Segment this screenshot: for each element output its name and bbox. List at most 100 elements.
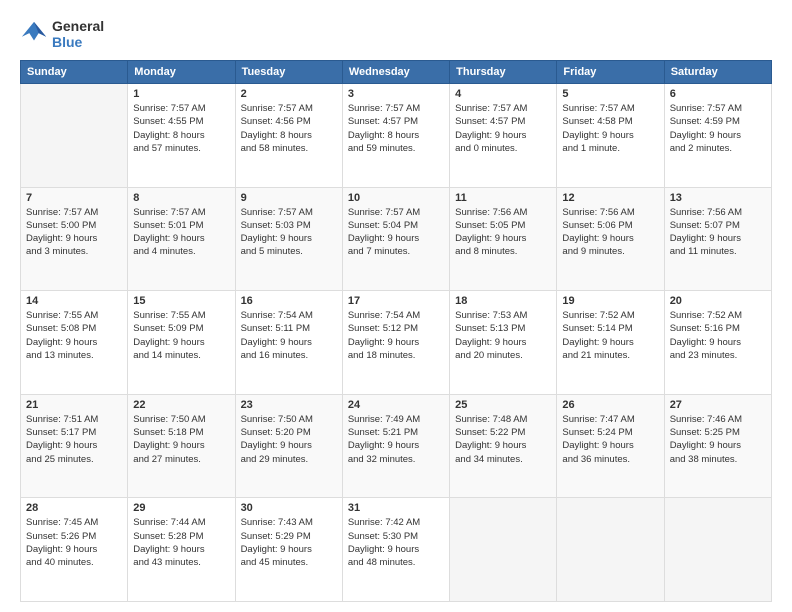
day-info: Sunrise: 7:55 AM Sunset: 5:08 PM Dayligh… — [26, 309, 122, 362]
day-info: Sunrise: 7:53 AM Sunset: 5:13 PM Dayligh… — [455, 309, 551, 362]
header-friday: Friday — [557, 61, 664, 84]
day-number: 17 — [348, 295, 444, 307]
calendar-cell: 13 Sunrise: 7:56 AM Sunset: 5:07 PM Dayli… — [664, 187, 771, 291]
calendar-cell: 31 Sunrise: 7:42 AM Sunset: 5:30 PM Dayli… — [342, 498, 449, 602]
calendar-cell: 27Sunrise: 7:46 AM Sunset: 5:25 PM Dayli… — [664, 394, 771, 498]
calendar-cell: 29 Sunrise: 7:44 AM Sunset: 5:28 PM Dayli… — [128, 498, 235, 602]
calendar-cell: 30Sunrise: 7:43 AM Sunset: 5:29 PM Dayli… — [235, 498, 342, 602]
logo-icon — [20, 20, 48, 48]
calendar-cell: 4Sunrise: 7:57 AM Sunset: 4:57 PM Daylig… — [450, 84, 557, 188]
day-info: Sunrise: 7:57 AM Sunset: 4:58 PM Dayligh… — [562, 102, 658, 155]
calendar-cell: 25 Sunrise: 7:48 AM Sunset: 5:22 PM Dayli… — [450, 394, 557, 498]
day-number: 15 — [133, 295, 229, 307]
day-number: 16 — [241, 295, 337, 307]
day-info: Sunrise: 7:52 AM Sunset: 5:16 PM Dayligh… — [670, 309, 766, 362]
day-info: Sunrise: 7:57 AM Sunset: 4:56 PM Dayligh… — [241, 102, 337, 155]
day-number: 25 — [455, 399, 551, 411]
day-info: Sunrise: 7:56 AM Sunset: 5:07 PM Dayligh… — [670, 206, 766, 259]
calendar-cell: 23Sunrise: 7:50 AM Sunset: 5:20 PM Dayli… — [235, 394, 342, 498]
day-info: Sunrise: 7:54 AM Sunset: 5:12 PM Dayligh… — [348, 309, 444, 362]
calendar-cell: 11 Sunrise: 7:56 AM Sunset: 5:05 PM Dayli… — [450, 187, 557, 291]
day-info: Sunrise: 7:46 AM Sunset: 5:25 PM Dayligh… — [670, 413, 766, 466]
day-info: Sunrise: 7:57 AM Sunset: 5:01 PM Dayligh… — [133, 206, 229, 259]
day-info: Sunrise: 7:50 AM Sunset: 5:20 PM Dayligh… — [241, 413, 337, 466]
header-saturday: Saturday — [664, 61, 771, 84]
logo-text: General Blue — [52, 18, 104, 50]
header-sunday: Sunday — [21, 61, 128, 84]
day-info: Sunrise: 7:43 AM Sunset: 5:29 PM Dayligh… — [241, 516, 337, 569]
header-wednesday: Wednesday — [342, 61, 449, 84]
logo: General Blue — [20, 18, 104, 50]
calendar-cell: 20 Sunrise: 7:52 AM Sunset: 5:16 PM Dayli… — [664, 291, 771, 395]
header: General Blue — [20, 18, 772, 50]
week-row-2: 14 Sunrise: 7:55 AM Sunset: 5:08 PM Dayli… — [21, 291, 772, 395]
day-number: 5 — [562, 88, 658, 100]
calendar-cell: 19Sunrise: 7:52 AM Sunset: 5:14 PM Dayli… — [557, 291, 664, 395]
day-number: 28 — [26, 502, 122, 514]
calendar-cell: 17 Sunrise: 7:54 AM Sunset: 5:12 PM Dayli… — [342, 291, 449, 395]
calendar-cell: 16Sunrise: 7:54 AM Sunset: 5:11 PM Dayli… — [235, 291, 342, 395]
day-info: Sunrise: 7:56 AM Sunset: 5:05 PM Dayligh… — [455, 206, 551, 259]
calendar-cell — [557, 498, 664, 602]
day-number: 9 — [241, 192, 337, 204]
day-info: Sunrise: 7:45 AM Sunset: 5:26 PM Dayligh… — [26, 516, 122, 569]
calendar-cell: 9 Sunrise: 7:57 AM Sunset: 5:03 PM Daylig… — [235, 187, 342, 291]
calendar-cell: 15 Sunrise: 7:55 AM Sunset: 5:09 PM Dayli… — [128, 291, 235, 395]
day-number: 13 — [670, 192, 766, 204]
calendar-cell: 28 Sunrise: 7:45 AM Sunset: 5:26 PM Dayli… — [21, 498, 128, 602]
day-number: 24 — [348, 399, 444, 411]
day-number: 14 — [26, 295, 122, 307]
day-info: Sunrise: 7:49 AM Sunset: 5:21 PM Dayligh… — [348, 413, 444, 466]
calendar-cell: 24 Sunrise: 7:49 AM Sunset: 5:21 PM Dayli… — [342, 394, 449, 498]
day-number: 31 — [348, 502, 444, 514]
calendar-cell: 21Sunrise: 7:51 AM Sunset: 5:17 PM Dayli… — [21, 394, 128, 498]
calendar-cell: 2Sunrise: 7:57 AM Sunset: 4:56 PM Daylig… — [235, 84, 342, 188]
day-info: Sunrise: 7:48 AM Sunset: 5:22 PM Dayligh… — [455, 413, 551, 466]
day-info: Sunrise: 7:47 AM Sunset: 5:24 PM Dayligh… — [562, 413, 658, 466]
day-number: 19 — [562, 295, 658, 307]
day-number: 20 — [670, 295, 766, 307]
day-info: Sunrise: 7:57 AM Sunset: 4:59 PM Dayligh… — [670, 102, 766, 155]
day-info: Sunrise: 7:57 AM Sunset: 5:04 PM Dayligh… — [348, 206, 444, 259]
calendar-cell: 6 Sunrise: 7:57 AM Sunset: 4:59 PM Daylig… — [664, 84, 771, 188]
week-row-3: 21Sunrise: 7:51 AM Sunset: 5:17 PM Dayli… — [21, 394, 772, 498]
week-row-4: 28 Sunrise: 7:45 AM Sunset: 5:26 PM Dayli… — [21, 498, 772, 602]
page: General Blue SundayMondayTuesdayWednesda… — [0, 0, 792, 612]
header-monday: Monday — [128, 61, 235, 84]
calendar-cell: 3 Sunrise: 7:57 AM Sunset: 4:57 PM Daylig… — [342, 84, 449, 188]
calendar-cell: 26Sunrise: 7:47 AM Sunset: 5:24 PM Dayli… — [557, 394, 664, 498]
day-info: Sunrise: 7:57 AM Sunset: 4:57 PM Dayligh… — [348, 102, 444, 155]
day-number: 18 — [455, 295, 551, 307]
day-info: Sunrise: 7:57 AM Sunset: 4:55 PM Dayligh… — [133, 102, 229, 155]
header-tuesday: Tuesday — [235, 61, 342, 84]
day-info: Sunrise: 7:57 AM Sunset: 4:57 PM Dayligh… — [455, 102, 551, 155]
day-number: 11 — [455, 192, 551, 204]
day-info: Sunrise: 7:42 AM Sunset: 5:30 PM Dayligh… — [348, 516, 444, 569]
day-info: Sunrise: 7:57 AM Sunset: 5:03 PM Dayligh… — [241, 206, 337, 259]
day-number: 22 — [133, 399, 229, 411]
day-number: 10 — [348, 192, 444, 204]
day-number: 3 — [348, 88, 444, 100]
calendar-header-row: SundayMondayTuesdayWednesdayThursdayFrid… — [21, 61, 772, 84]
calendar-cell — [450, 498, 557, 602]
day-info: Sunrise: 7:50 AM Sunset: 5:18 PM Dayligh… — [133, 413, 229, 466]
calendar-table: SundayMondayTuesdayWednesdayThursdayFrid… — [20, 60, 772, 602]
day-info: Sunrise: 7:44 AM Sunset: 5:28 PM Dayligh… — [133, 516, 229, 569]
calendar-cell — [21, 84, 128, 188]
day-number: 7 — [26, 192, 122, 204]
day-info: Sunrise: 7:51 AM Sunset: 5:17 PM Dayligh… — [26, 413, 122, 466]
calendar-cell: 7 Sunrise: 7:57 AM Sunset: 5:00 PM Daylig… — [21, 187, 128, 291]
week-row-1: 7 Sunrise: 7:57 AM Sunset: 5:00 PM Daylig… — [21, 187, 772, 291]
day-info: Sunrise: 7:55 AM Sunset: 5:09 PM Dayligh… — [133, 309, 229, 362]
calendar-cell: 1Sunrise: 7:57 AM Sunset: 4:55 PM Daylig… — [128, 84, 235, 188]
day-number: 6 — [670, 88, 766, 100]
calendar-cell: 14 Sunrise: 7:55 AM Sunset: 5:08 PM Dayli… — [21, 291, 128, 395]
day-number: 29 — [133, 502, 229, 514]
day-number: 8 — [133, 192, 229, 204]
calendar-cell: 12 Sunrise: 7:56 AM Sunset: 5:06 PM Dayli… — [557, 187, 664, 291]
calendar-cell: 5 Sunrise: 7:57 AM Sunset: 4:58 PM Daylig… — [557, 84, 664, 188]
day-info: Sunrise: 7:56 AM Sunset: 5:06 PM Dayligh… — [562, 206, 658, 259]
calendar-cell: 8 Sunrise: 7:57 AM Sunset: 5:01 PM Daylig… — [128, 187, 235, 291]
day-number: 12 — [562, 192, 658, 204]
day-info: Sunrise: 7:57 AM Sunset: 5:00 PM Dayligh… — [26, 206, 122, 259]
